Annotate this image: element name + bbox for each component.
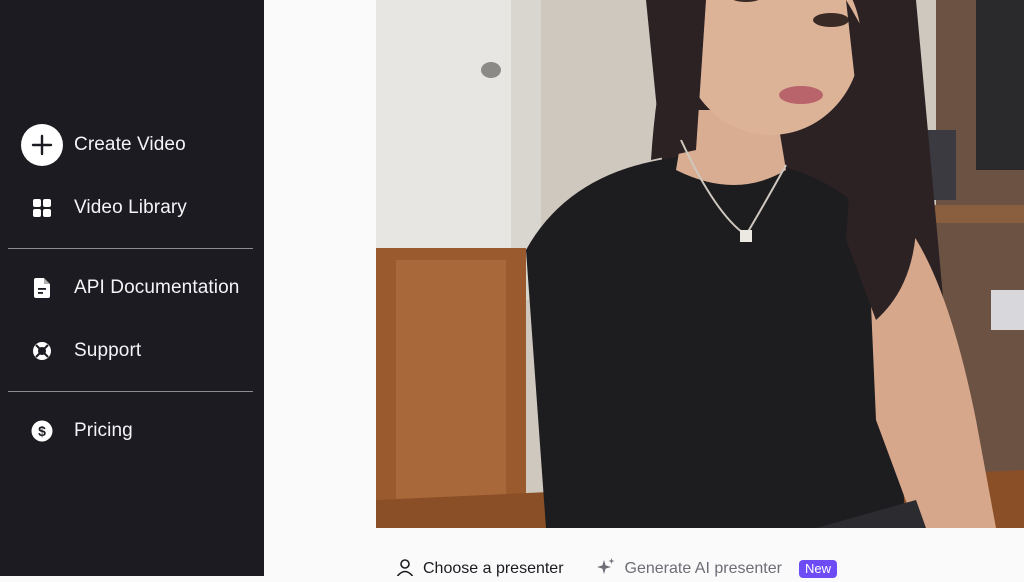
presenter-tabs: Choose a presenter Generate AI presenter… <box>396 556 837 582</box>
document-icon <box>21 267 63 309</box>
new-badge: New <box>798 560 837 578</box>
tab-label: Generate AI presenter <box>624 560 782 577</box>
sidebar-item-pricing[interactable]: $ Pricing <box>0 409 264 453</box>
sidebar-item-video-library[interactable]: Video Library <box>0 186 264 230</box>
presenter-photo <box>376 0 1024 528</box>
tab-generate-ai-presenter[interactable]: Generate AI presenter New <box>596 557 837 582</box>
svg-text:$: $ <box>38 423 46 439</box>
plus-icon <box>21 124 63 166</box>
sidebar-item-label: Support <box>74 340 142 361</box>
sidebar-item-label: Video Library <box>74 197 187 218</box>
tab-choose-presenter[interactable]: Choose a presenter <box>396 558 564 581</box>
sidebar-item-label: API Documentation <box>74 277 240 298</box>
sidebar-item-create-video[interactable]: Create Video <box>0 123 264 167</box>
sidebar-divider <box>8 248 253 249</box>
sidebar-divider <box>8 391 253 392</box>
tab-label: Choose a presenter <box>423 560 564 577</box>
user-icon <box>396 558 414 581</box>
dollar-icon: $ <box>21 410 63 452</box>
sidebar-item-label: Create Video <box>74 134 186 155</box>
sidebar: Create Video Video Library API Documenta… <box>0 0 264 576</box>
sidebar-item-label: Pricing <box>74 420 133 441</box>
sparkle-icon <box>596 557 616 582</box>
sidebar-item-support[interactable]: Support <box>0 329 264 373</box>
grid-icon <box>21 187 63 229</box>
lifebuoy-icon <box>21 330 63 372</box>
sidebar-item-api-documentation[interactable]: API Documentation <box>0 266 264 310</box>
